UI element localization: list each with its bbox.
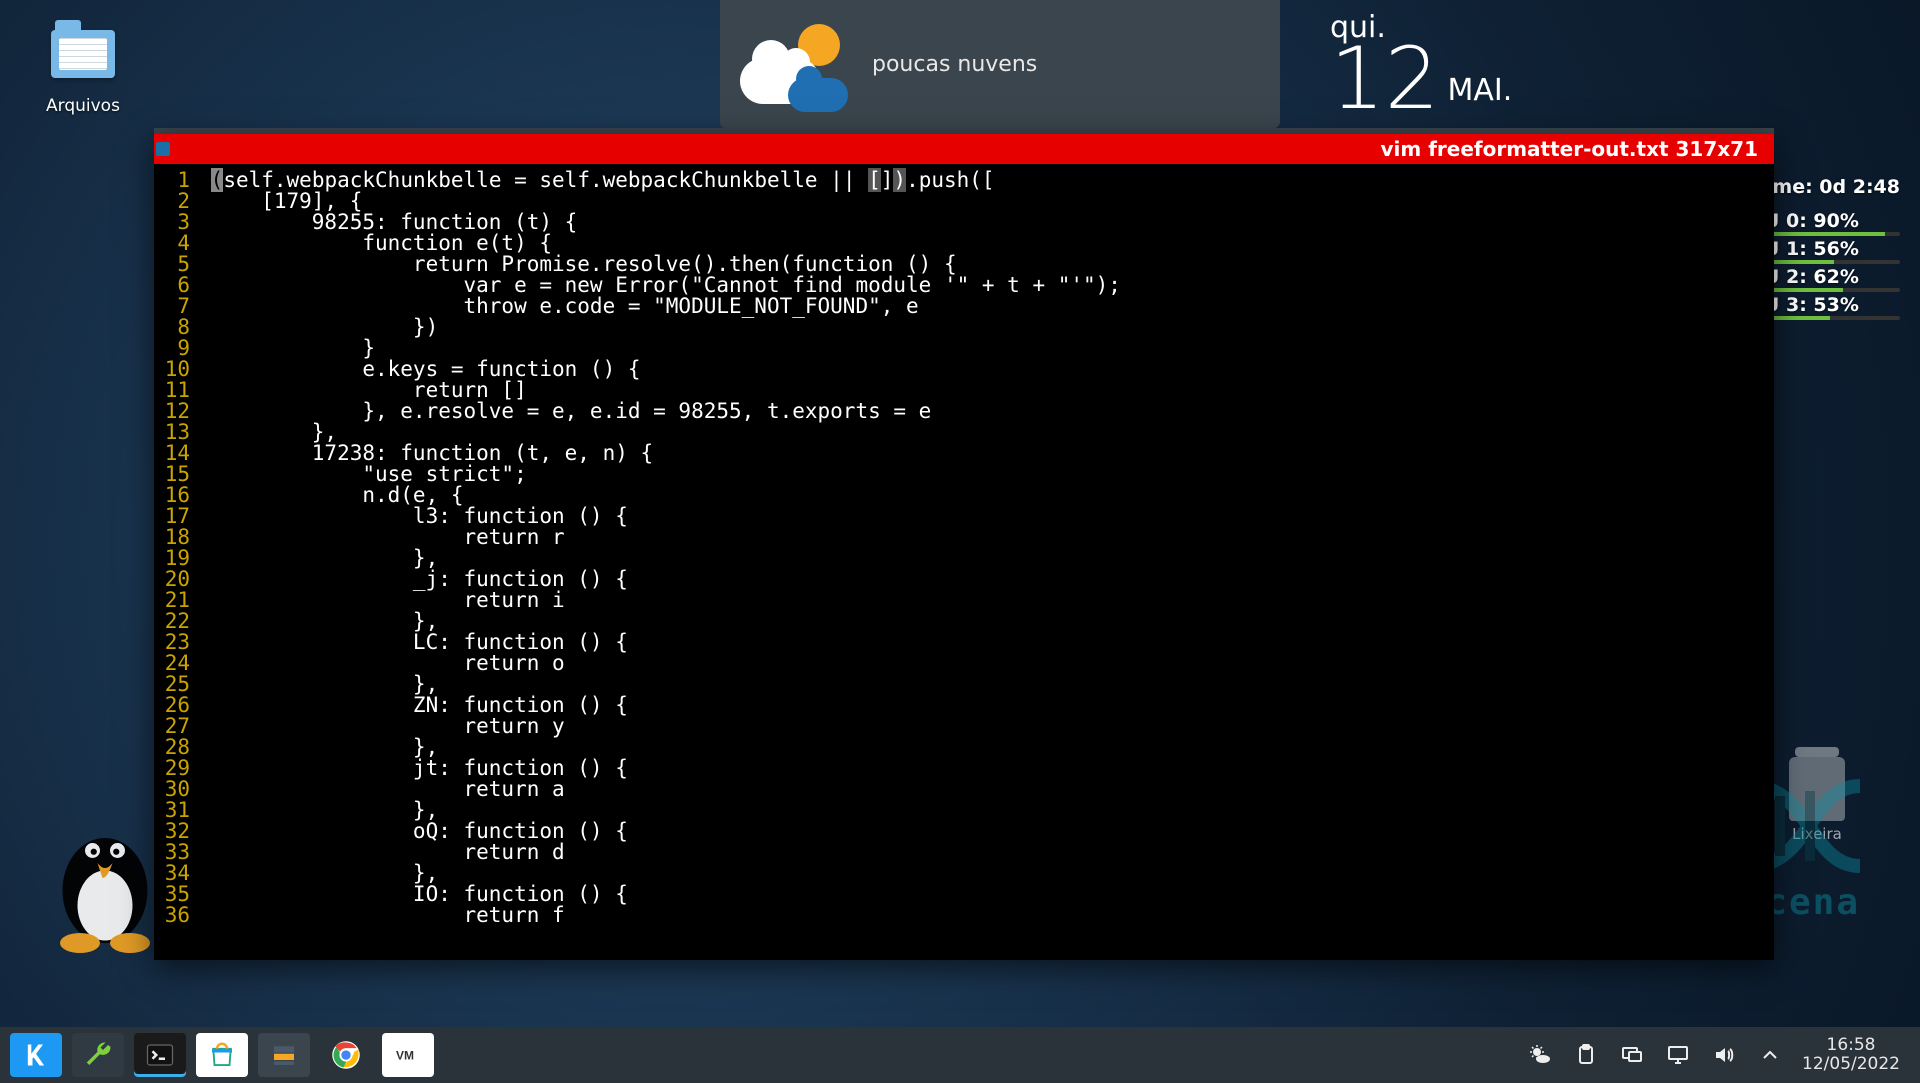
tmux-status-bar: vim freeformatter-out.txt 317x71 (154, 134, 1774, 164)
chrome-icon (331, 1040, 361, 1070)
desktop-icon-label: Arquivos (46, 96, 120, 116)
weather-partly-cloudy-icon (740, 14, 850, 114)
kde-logo-icon (22, 1041, 50, 1069)
weather-widget[interactable]: poucas nuvens (720, 0, 1280, 128)
date-widget[interactable]: qui. 12 MAI. (1330, 10, 1512, 114)
wrench-icon (83, 1040, 113, 1070)
tmux-status-right: vim freeformatter-out.txt 317x71 (1381, 137, 1758, 161)
terminal-window[interactable]: vim freeformatter-out.txt 317x71 1 (self… (154, 134, 1774, 960)
vm-icon: VM (393, 1040, 423, 1070)
tray-clipboard-icon[interactable] (1574, 1043, 1598, 1067)
taskbar-chrome-button[interactable] (320, 1033, 372, 1077)
taskbar-settings-button[interactable] (72, 1033, 124, 1077)
taskbar-files-button[interactable] (258, 1033, 310, 1077)
shopping-bag-icon (207, 1040, 237, 1070)
taskbar-terminal-button[interactable] (134, 1033, 186, 1077)
taskbar-virtmanager-button[interactable]: VM (382, 1033, 434, 1077)
system-tray[interactable] (1528, 1043, 1782, 1067)
taskbar[interactable]: VM 16:58 12/05/2022 (0, 1027, 1920, 1083)
tux-mascot-icon (40, 803, 170, 953)
weather-condition-text: poucas nuvens (872, 52, 1037, 77)
tray-weather-icon[interactable] (1528, 1043, 1552, 1067)
terminal-icon (145, 1040, 175, 1070)
date-month: MAI. (1447, 73, 1512, 108)
app-launcher-button[interactable] (10, 1033, 62, 1077)
code-content[interactable]: 1 (self.webpackChunkbelle = self.webpack… (154, 170, 1774, 926)
tray-volume-icon[interactable] (1712, 1043, 1736, 1067)
tray-expand-icon[interactable] (1758, 1043, 1782, 1067)
desktop-icon-files[interactable]: Arquivos (46, 18, 120, 116)
folder-icon (47, 18, 119, 90)
clock-date: 12/05/2022 (1802, 1055, 1900, 1074)
tray-display-icon[interactable] (1620, 1043, 1644, 1067)
svg-text:VM: VM (396, 1049, 414, 1063)
clock-time: 16:58 (1827, 1036, 1876, 1055)
taskbar-clock[interactable]: 16:58 12/05/2022 (1792, 1036, 1910, 1073)
terminal-viewport[interactable]: 1 (self.webpackChunkbelle = self.webpack… (154, 164, 1774, 960)
tmux-pane-indicator-icon (156, 142, 170, 156)
drawer-icon (269, 1040, 299, 1070)
date-day: 12 (1330, 45, 1439, 114)
taskbar-store-button[interactable] (196, 1033, 248, 1077)
tray-desktop-icon[interactable] (1666, 1043, 1690, 1067)
